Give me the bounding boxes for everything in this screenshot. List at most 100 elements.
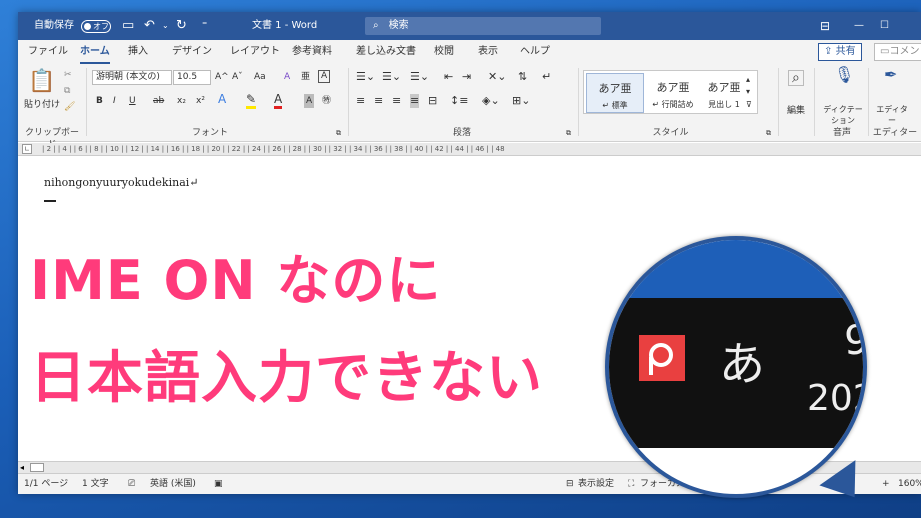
cut-icon[interactable]: ✂ xyxy=(64,68,72,82)
minimize-icon[interactable]: — xyxy=(854,12,864,40)
style-no-spacing[interactable]: あア亜 ↵ 行間詰め xyxy=(644,73,702,113)
scroll-left-icon[interactable]: ◂ xyxy=(20,463,24,472)
multilevel-list-icon[interactable]: ☰⌄ xyxy=(410,70,429,84)
redo-icon[interactable]: ↻ xyxy=(176,12,187,40)
search-box[interactable]: ⌕ 検索 xyxy=(365,17,601,35)
tab-review[interactable]: 校閲 xyxy=(434,40,454,64)
share-label: 共有 xyxy=(835,46,856,57)
tab-layout[interactable]: レイアウト xyxy=(230,40,280,64)
highlight-icon[interactable]: ✎ xyxy=(246,92,257,109)
group-divider xyxy=(86,68,87,136)
microphone-icon[interactable]: 🎙 xyxy=(834,67,854,83)
headline-line-2: 日本語入力できない xyxy=(30,346,543,411)
tab-design[interactable]: デザイン xyxy=(172,40,212,64)
styles-scroll-down-icon[interactable]: ▾ xyxy=(746,85,750,99)
paste-label[interactable]: 貼り付け xyxy=(24,98,60,112)
shading-icon[interactable]: ◈⌄ xyxy=(482,94,500,108)
dictate-label[interactable]: ディクテーション xyxy=(821,104,865,126)
align-center-icon[interactable]: ≡ xyxy=(374,94,383,108)
word-count[interactable]: 1 文字 xyxy=(82,474,109,494)
display-settings-label[interactable]: 表示設定 xyxy=(578,474,614,494)
tab-help[interactable]: ヘルプ xyxy=(520,40,550,64)
char-shading-icon[interactable]: A xyxy=(304,94,315,108)
format-painter-icon[interactable]: 🖌 xyxy=(64,100,75,114)
show-marks-icon[interactable]: ↵ xyxy=(542,70,551,84)
autosave-state: オフ xyxy=(93,22,109,31)
style-preview: あア亜 xyxy=(707,81,741,94)
styles-dialog-launcher-icon[interactable]: ⧉ xyxy=(766,126,771,140)
font-dialog-launcher-icon[interactable]: ⧉ xyxy=(336,126,341,140)
underline-button[interactable]: U xyxy=(129,94,136,108)
editor-label[interactable]: エディター xyxy=(874,104,910,126)
bold-button[interactable]: B xyxy=(96,94,103,108)
proofing-icon[interactable]: ⎚ xyxy=(128,474,135,494)
strikethrough-button[interactable]: ab xyxy=(153,94,164,108)
undo-dropdown-icon[interactable]: ⌄ xyxy=(162,12,169,40)
tab-file[interactable]: ファイル xyxy=(28,40,68,64)
tab-home[interactable]: ホーム xyxy=(80,40,110,64)
font-name-select[interactable]: 游明朝 (本文の) xyxy=(92,70,172,85)
language-indicator[interactable]: 英語 (米国) xyxy=(150,474,196,494)
shrink-font-button[interactable]: Aˇ xyxy=(232,70,243,84)
align-left-icon[interactable]: ≡ xyxy=(356,94,365,108)
zoom-level[interactable]: 160% xyxy=(898,474,921,494)
font-size-select[interactable]: 10.5 xyxy=(173,70,211,85)
tab-selector-icon[interactable]: ∟ xyxy=(22,144,32,154)
bullets-icon[interactable]: ☰⌄ xyxy=(356,70,375,84)
sort-icon[interactable]: ⇅ xyxy=(518,70,527,84)
editor-pen-icon[interactable]: ✒ xyxy=(884,67,897,83)
text-effects-icon[interactable]: A xyxy=(218,92,226,106)
increase-indent-icon[interactable]: ⇥ xyxy=(462,70,471,84)
superscript-button[interactable]: x² xyxy=(196,94,205,108)
display-settings-icon[interactable]: ⊟ xyxy=(566,474,574,494)
clear-format-icon[interactable]: A xyxy=(284,70,290,84)
horizontal-ruler[interactable]: ∟ | 2 | | 4 | | 6 | | 8 | | 10 | | 12 | … xyxy=(18,143,921,156)
align-right-icon[interactable]: ≡ xyxy=(392,94,401,108)
change-case-button[interactable]: Aa xyxy=(254,70,266,84)
accessibility-icon[interactable]: ▣ xyxy=(214,474,223,494)
decrease-indent-icon[interactable]: ⇤ xyxy=(444,70,453,84)
paragraph-dialog-launcher-icon[interactable]: ⧉ xyxy=(566,126,571,140)
tab-insert[interactable]: 挿入 xyxy=(128,40,148,64)
asian-layout-icon[interactable]: ✕⌄ xyxy=(488,70,506,84)
styles-more-icon[interactable]: ⊽ xyxy=(746,98,752,112)
headline-line-1: IME ON なのに xyxy=(30,249,442,312)
comments-button[interactable]: ▭コメント xyxy=(874,43,921,61)
italic-button[interactable]: I xyxy=(113,94,116,108)
font-color-icon[interactable]: A xyxy=(274,92,283,109)
find-icon[interactable]: ⌕ xyxy=(788,70,804,86)
focus-mode-icon[interactable]: ⛶ xyxy=(628,474,634,494)
grow-font-button[interactable]: A^ xyxy=(215,70,229,84)
ime-mode-indicator: あ xyxy=(719,337,765,391)
editing-label[interactable]: 編集 xyxy=(787,104,805,118)
document-text[interactable]: nihongonyuuryokudekinai↵ xyxy=(44,176,198,189)
maximize-icon[interactable]: ☐ xyxy=(880,12,889,40)
borders-icon[interactable]: ⊞⌄ xyxy=(512,94,530,108)
customize-qat-icon[interactable]: ⁼ xyxy=(202,12,207,40)
distributed-icon[interactable]: ⊟ xyxy=(428,94,437,108)
page-count[interactable]: 1/1 ページ xyxy=(24,474,68,494)
zoom-in-icon[interactable]: + xyxy=(882,474,890,494)
line-spacing-icon[interactable]: ↕≡ xyxy=(450,94,468,108)
search-placeholder: 検索 xyxy=(388,20,409,31)
phonetic-guide-icon[interactable]: 亜 xyxy=(301,70,310,84)
subscript-button[interactable]: x₂ xyxy=(177,94,186,108)
justify-icon[interactable]: ≡ xyxy=(410,94,420,108)
save-icon[interactable]: ▭ xyxy=(122,12,134,40)
char-border-icon[interactable]: A xyxy=(318,70,331,83)
autosave-toggle[interactable]: オフ xyxy=(81,20,111,33)
enclosed-char-icon[interactable]: ㊕ xyxy=(322,94,331,108)
ribbon-display-icon[interactable]: ⊟ xyxy=(820,12,830,40)
tab-references[interactable]: 参考資料 xyxy=(292,40,332,64)
style-normal[interactable]: あア亜 ↵ 標準 xyxy=(586,73,644,113)
style-preview: あア亜 xyxy=(598,82,632,95)
paste-icon[interactable]: 📋 xyxy=(28,70,55,94)
numbering-icon[interactable]: ☰⌄ xyxy=(382,70,401,84)
share-button[interactable]: ⇪ 共有 xyxy=(818,43,862,61)
copy-icon[interactable]: ⧉ xyxy=(64,84,70,98)
scroll-thumb[interactable] xyxy=(30,463,44,472)
style-heading-1[interactable]: あア亜 見出し 1 xyxy=(702,73,746,113)
undo-icon[interactable]: ↶ xyxy=(144,12,155,40)
tab-mailings[interactable]: 差し込み文書 xyxy=(356,40,416,64)
tab-view[interactable]: 表示 xyxy=(478,40,498,64)
